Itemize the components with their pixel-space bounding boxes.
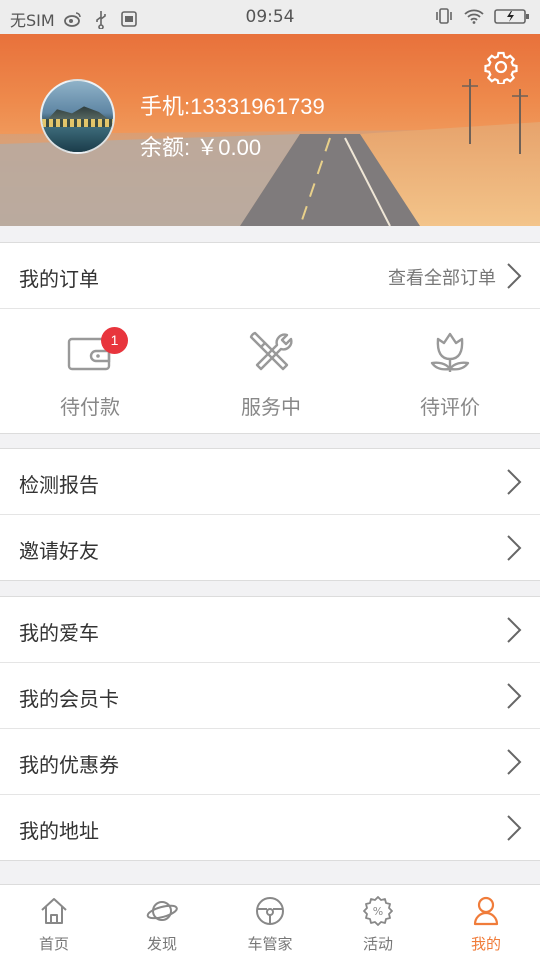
- chevron-right-icon: [507, 617, 522, 643]
- my-orders-title: 我的订单: [19, 267, 99, 291]
- chevron-right-icon: [507, 683, 522, 709]
- menu-row-label: 我的会员卡: [19, 687, 119, 711]
- avatar[interactable]: [40, 79, 115, 154]
- menu-row-my-address[interactable]: 我的地址: [0, 795, 540, 860]
- tab-discover[interactable]: 发现: [108, 885, 216, 961]
- battery-charging-icon: [494, 9, 529, 24]
- menu-row-my-car[interactable]: 我的爱车: [0, 597, 540, 663]
- menu-row-invite-friends[interactable]: 邀请好友: [0, 515, 540, 580]
- discount-badge-icon: %: [363, 896, 393, 926]
- phone-text: 手机:13331961739: [140, 89, 325, 121]
- orders-section: 我的订单 查看全部订单 1 待付款 服务中 待评价: [0, 242, 540, 434]
- menu-row-coupons[interactable]: 我的优惠券: [0, 729, 540, 795]
- svg-text:%: %: [373, 905, 383, 918]
- bottom-tab-bar: 首页 发现 车管家 % 活动 我的: [0, 884, 540, 961]
- tab-car-manager[interactable]: 车管家: [216, 885, 324, 961]
- status-bar: 无SIM 09:54: [0, 0, 540, 34]
- gear-icon[interactable]: [484, 50, 518, 84]
- phone-label: 手机:: [140, 94, 191, 119]
- order-status-label: 待评价: [420, 395, 480, 419]
- tab-label: 活动: [362, 935, 393, 953]
- steering-wheel-icon: [256, 897, 284, 925]
- profile-header: 手机:13331961739 余额: ￥0.00: [0, 34, 540, 226]
- menu-row-label: 我的优惠券: [19, 753, 119, 777]
- menu-group-2: 我的爱车 我的会员卡 我的优惠券 我的地址: [0, 596, 540, 861]
- vibrate-icon: [436, 8, 452, 24]
- phone-number: 13331961739: [190, 94, 325, 119]
- my-orders-row[interactable]: 我的订单 查看全部订单: [0, 243, 540, 309]
- balance-value: ￥0.00: [196, 135, 262, 160]
- chevron-right-icon: [507, 469, 522, 495]
- pending-payment-badge: 1: [101, 327, 128, 354]
- chevron-right-icon: [507, 815, 522, 841]
- menu-row-label: 我的爱车: [19, 621, 99, 645]
- tools-icon: [249, 331, 293, 371]
- menu-row-inspection-report[interactable]: 检测报告: [0, 449, 540, 515]
- menu-group-1: 检测报告 邀请好友: [0, 448, 540, 581]
- tab-mine[interactable]: 我的: [432, 885, 540, 961]
- tab-label: 我的: [470, 935, 501, 953]
- chevron-right-icon: [507, 749, 522, 775]
- order-status-label: 服务中: [241, 395, 301, 419]
- balance-text: 余额: ￥0.00: [140, 130, 261, 162]
- tab-activities[interactable]: % 活动: [324, 885, 432, 961]
- chevron-right-icon: [507, 263, 522, 289]
- order-status-to-review[interactable]: 待评价: [360, 309, 540, 433]
- menu-row-label: 我的地址: [19, 819, 99, 843]
- person-icon: [473, 896, 499, 926]
- tab-label: 发现: [146, 935, 177, 953]
- menu-row-label: 邀请好友: [19, 539, 99, 563]
- tab-label: 车管家: [247, 935, 293, 953]
- order-status-bar: 1 待付款 服务中 待评价: [0, 309, 540, 433]
- wifi-icon: [464, 9, 484, 24]
- planet-icon: [146, 901, 178, 921]
- order-status-pending-payment[interactable]: 1 待付款: [0, 309, 180, 433]
- balance-label: 余额:: [140, 135, 197, 160]
- order-status-in-service[interactable]: 服务中: [181, 309, 361, 433]
- chevron-right-icon: [507, 535, 522, 561]
- menu-row-membership-card[interactable]: 我的会员卡: [0, 663, 540, 729]
- tab-label: 首页: [38, 935, 69, 953]
- order-status-label: 待付款: [60, 395, 120, 419]
- home-icon: [41, 898, 67, 924]
- status-right: [434, 6, 530, 26]
- view-all-orders-link[interactable]: 查看全部订单: [388, 264, 496, 290]
- menu-row-label: 检测报告: [19, 473, 99, 497]
- flower-icon: [430, 332, 470, 372]
- tab-home[interactable]: 首页: [0, 885, 108, 961]
